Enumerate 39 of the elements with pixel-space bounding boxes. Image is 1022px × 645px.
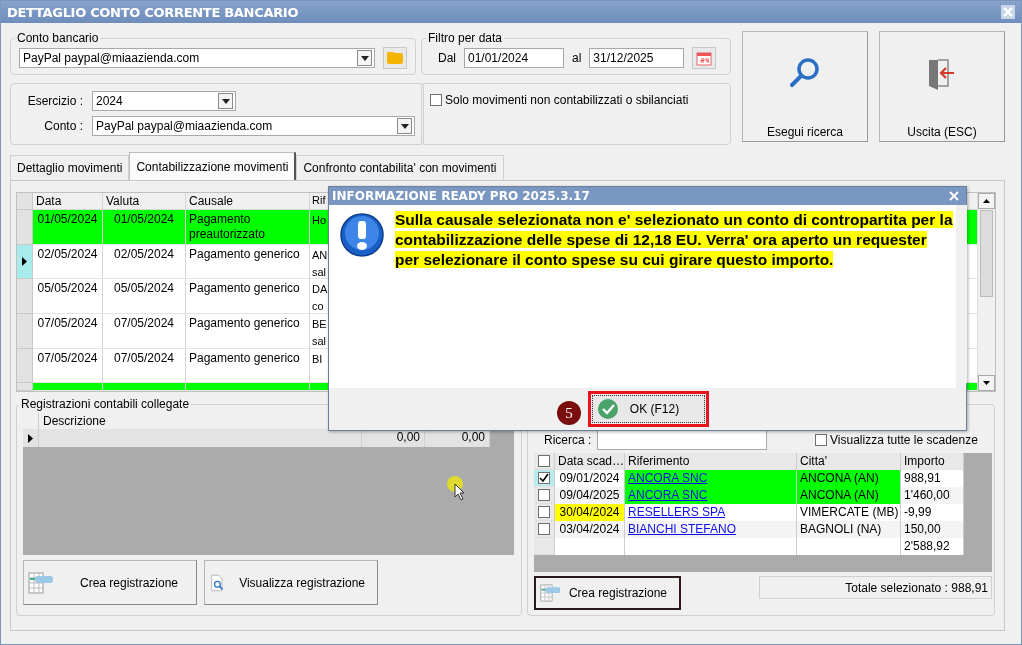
total-cell: 2'588,92: [901, 538, 964, 555]
table-cell: 0,00: [396, 430, 420, 444]
selected-total: Totale selezionato : 988,91: [759, 576, 992, 599]
field-label: Dal: [438, 51, 456, 65]
group-label: Filtro per data: [427, 31, 504, 45]
table-cell: 30/04/2024: [555, 504, 625, 521]
table-cell: Pagamento preautorizzato: [189, 212, 266, 241]
group-label: Conto bancario: [16, 31, 100, 45]
table-cell-text: DA co: [312, 282, 328, 315]
field-label: Ricerca :: [544, 433, 593, 447]
table-cell: 02/05/2024: [113, 246, 175, 261]
table-cell: Pagamento generico: [189, 350, 300, 365]
table-cell: Pagamento generico: [189, 246, 300, 261]
table-cell: ANCONA (AN): [797, 487, 901, 504]
table-cell: 07/05/2024: [37, 350, 98, 365]
table-cell: Pagamento generico: [189, 316, 300, 331]
table-cell: 01/05/2024: [37, 212, 98, 226]
field-label: Esercizio :: [26, 94, 83, 108]
table-cell: 02/05/2024: [37, 246, 98, 261]
table-cell-text: BI: [312, 351, 324, 367]
table-cell: 07/05/2024: [113, 350, 175, 365]
field-label: Conto :: [43, 119, 83, 133]
table-cell: 05/05/2024: [113, 281, 175, 296]
dialog-title: INFORMAZIONE READY PRO 2025.3.17: [332, 189, 590, 203]
group-label: Registrazioni contabili collegate: [20, 397, 191, 411]
table-cell: 07/05/2024: [113, 316, 175, 331]
table-cell-text: AN sal: [312, 247, 328, 280]
table-cell: ANCONA (AN): [797, 470, 901, 487]
step-badge: 5: [557, 401, 581, 425]
field-label: al: [572, 51, 582, 65]
table-cell: 01/05/2024: [113, 212, 175, 226]
table-cell-text: BE sal: [312, 317, 328, 350]
table-cell: 0,00: [461, 430, 485, 444]
table-cell-text: Ho: [312, 213, 328, 228]
table-cell: Pagamento generico: [189, 281, 300, 296]
table-cell: 05/05/2024: [37, 281, 98, 296]
dialog-message: Sulla causale selezionata non e' selezionato un conto di contropartita per la contabilizzazione delle spese di 12,18 EU. Verra' ora aperto un requester per selezionare il conto spese su cui girare questo importo.: [395, 210, 954, 270]
table-cell: 07/05/2024: [37, 316, 98, 331]
window-title: DETTAGLIO CONTO CORRENTE BANCARIO: [7, 4, 299, 20]
